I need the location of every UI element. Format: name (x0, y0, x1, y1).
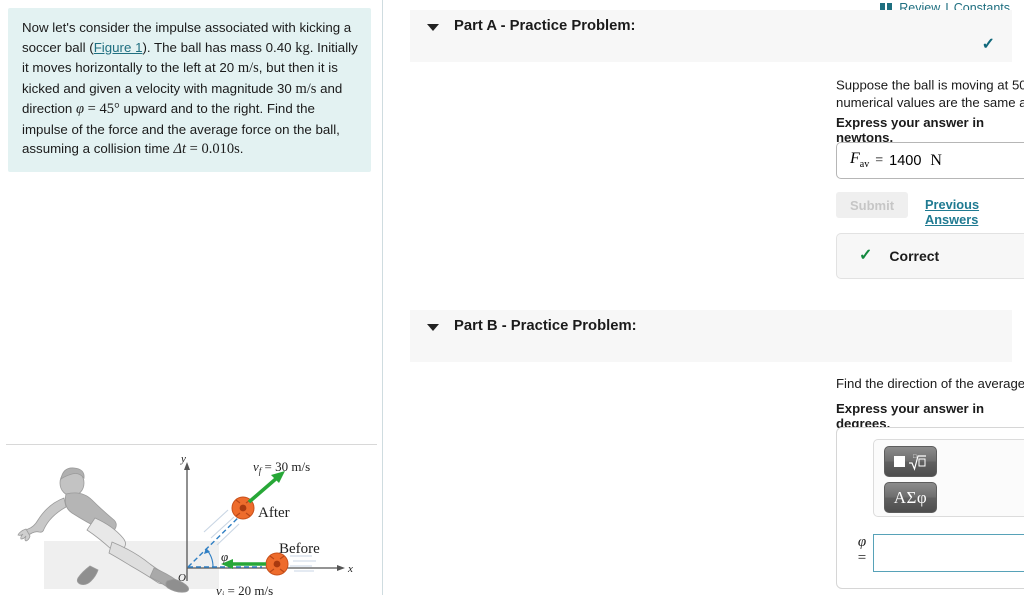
part-a-submit-button[interactable]: Submit (836, 192, 908, 218)
problem-text-part-2: ). The ball has mass 0.40 (142, 39, 296, 55)
part-a-question-text: Suppose the ball is moving at 50° downwa… (836, 72, 1024, 112)
equals-symbol: = (857, 550, 867, 566)
part-a-question-before-angle: Suppose the ball is moving at 50 (836, 77, 1024, 93)
figure-1-link[interactable]: Figure 1 (94, 40, 143, 55)
angle-value: 45° (99, 101, 120, 117)
svg-text:vf = 30 m/s: vf = 30 m/s (253, 459, 310, 476)
part-b-header[interactable]: Part B - Practice Problem: (410, 310, 1012, 362)
phi-symbol: φ (857, 534, 867, 550)
svg-text:After: After (258, 505, 290, 521)
nth-root-icon: □ (894, 452, 927, 472)
figure-divider (6, 444, 377, 445)
part-a-answer-variable: Fav (850, 150, 870, 171)
svg-text:φ: φ (221, 549, 228, 564)
svg-text:vi = 20 m/s: vi = 20 m/s (216, 583, 273, 595)
right-panel: Review I Constants Part A - Practice Pro… (384, 0, 1024, 595)
part-a-status-check-icon: ✓ (981, 36, 995, 53)
equals-1: = (84, 101, 100, 117)
part-a-feedback-box: ✓ Correct (836, 233, 1024, 279)
part-b-answer-variable-label: φ = (849, 534, 875, 566)
part-b-answer-input[interactable] (873, 534, 1024, 572)
greek-symbols-button[interactable]: ΑΣφ (884, 482, 937, 513)
part-a-answer-equals: = (875, 152, 884, 168)
time-value: 0.010 (201, 141, 235, 157)
svg-text:O: O (178, 572, 186, 584)
phi-symbol: φ (75, 101, 84, 117)
caret-down-icon[interactable] (427, 24, 439, 31)
problem-text-end: . (239, 141, 244, 156)
part-a-answer-value: 1400 (889, 152, 922, 169)
part-a-express-instruction: Express your answer in newtons. (836, 115, 985, 145)
figure-illustration[interactable]: y x O φ vf = 30 m/s vi = 20 m/s After Be… (0, 448, 383, 595)
svg-text:□: □ (913, 454, 917, 460)
problem-statement-text: Now let's consider the impulse associate… (22, 18, 359, 160)
part-a-feedback-label: Correct (889, 248, 940, 264)
part-b-title: Part B - Practice Problem: (454, 318, 637, 334)
equals-2: = (186, 141, 202, 157)
delta-t-symbol: Δt (173, 141, 187, 157)
check-icon: ✓ (859, 247, 873, 264)
svg-text:y: y (180, 453, 186, 465)
part-b-answer-container: □ ΑΣφ φ = (836, 427, 1024, 589)
figure-header: Figure ❮ 1 of 2 ❯ (0, 408, 383, 452)
left-panel: Now let's consider the impulse associate… (0, 0, 383, 595)
part-a-answer-field[interactable]: Fav = 1400 N (836, 142, 1024, 179)
part-b-question-text: Find the direction of the average force … (836, 376, 1024, 391)
math-template-button[interactable]: □ (884, 446, 937, 477)
svg-text:Before: Before (279, 541, 320, 557)
page-root: Now let's consider the impulse associate… (0, 0, 1024, 595)
part-a-answer-unit: N (930, 151, 942, 169)
caret-down-icon[interactable] (427, 324, 439, 331)
math-toolbar: □ ΑΣφ (873, 439, 1024, 517)
svg-text:x: x (347, 563, 353, 575)
mass-unit: kg (295, 39, 310, 56)
part-a-header[interactable]: Part A - Practice Problem: ✓ (410, 10, 1012, 62)
speed-unit-2: m/s (295, 80, 317, 97)
speed-unit-1: m/s (237, 60, 259, 76)
part-a-title: Part A - Practice Problem: (454, 18, 636, 34)
part-a-previous-answers-link[interactable]: Previous Answers (925, 197, 1024, 227)
problem-statement-box: Now let's consider the impulse associate… (8, 8, 371, 172)
